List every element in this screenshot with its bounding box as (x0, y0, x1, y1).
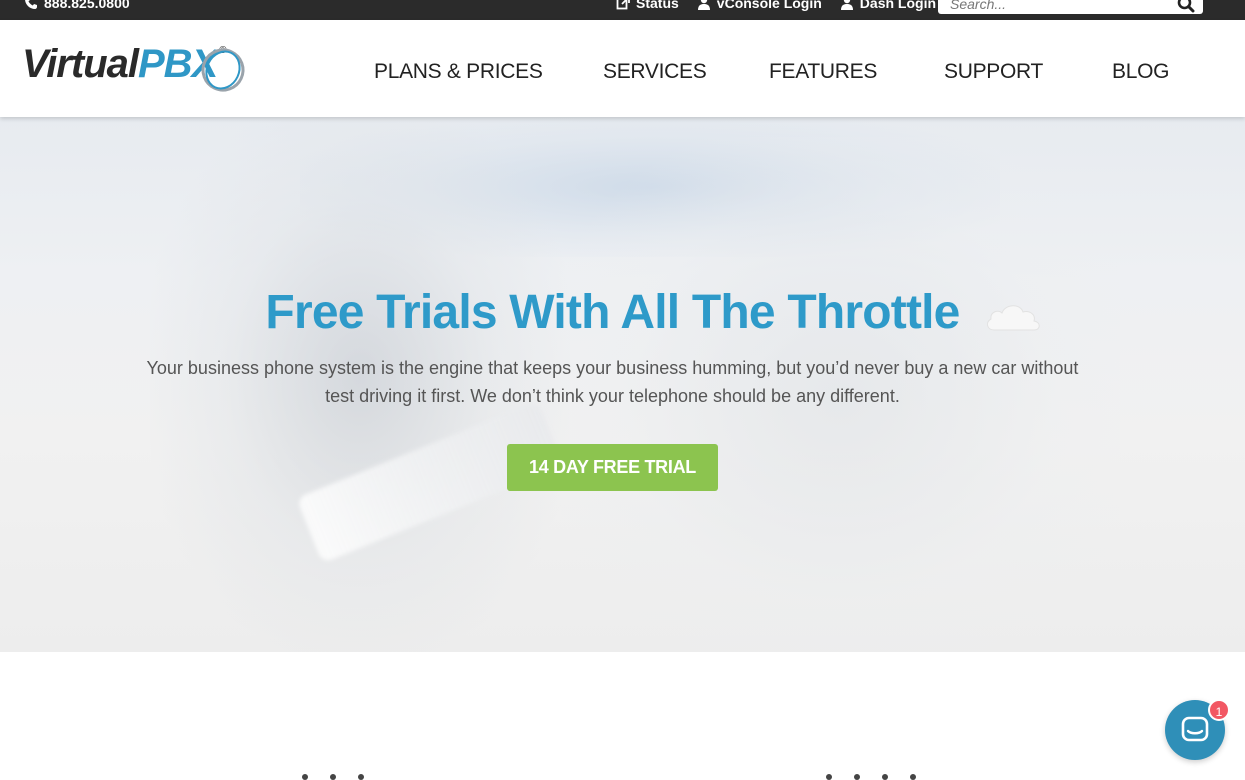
external-icon (616, 0, 630, 10)
user-icon (697, 0, 711, 10)
hero-section: Free Trials With All The Throttle Your b… (0, 117, 1245, 652)
search-icon[interactable] (1177, 0, 1195, 13)
phone-number: 888.825.0800 (44, 0, 130, 11)
nav-plans-prices[interactable]: PLANS & PRICES (374, 60, 543, 84)
notification-badge: 1 (1208, 699, 1230, 721)
nav-features[interactable]: FEATURES (769, 60, 877, 84)
nav-support[interactable]: SUPPORT (944, 60, 1043, 84)
nav-blog[interactable]: BLOG (1112, 60, 1169, 84)
vconsole-login-label: vConsole Login (716, 0, 822, 11)
hero-title: Free Trials With All The Throttle (265, 286, 960, 339)
nav-services[interactable]: SERVICES (603, 60, 707, 84)
hero-description: Your business phone system is the engine… (146, 358, 1079, 406)
chat-icon (1181, 716, 1209, 742)
free-trial-button[interactable]: 14 DAY FREE TRIAL (507, 444, 718, 491)
content-section (0, 652, 1245, 780)
user-icon (840, 0, 854, 10)
search-box (938, 0, 1203, 14)
top-utility-bar: 888.825.0800 Status vConsole Login Dash … (0, 0, 1245, 20)
dash-login-link[interactable]: Dash Login (840, 0, 936, 11)
search-input[interactable] (950, 0, 1177, 12)
site-header: Virtual PBX ® PLANS & PRICES SERVICES FE… (0, 20, 1245, 117)
chat-launcher-button[interactable]: 1 (1165, 699, 1230, 760)
decorative-dots-right (826, 774, 916, 780)
phone-icon (24, 0, 38, 10)
phone-number-link[interactable]: 888.825.0800 (24, 0, 130, 11)
vconsole-login-link[interactable]: vConsole Login (697, 0, 822, 11)
status-link[interactable]: Status (616, 0, 679, 11)
decorative-dots-left (302, 774, 364, 780)
dash-login-label: Dash Login (859, 0, 937, 11)
status-link-label: Status (636, 0, 679, 11)
utility-links: Status vConsole Login Dash Login (616, 0, 936, 11)
main-nav: PLANS & PRICES SERVICES FEATURES SUPPORT… (0, 20, 1245, 117)
